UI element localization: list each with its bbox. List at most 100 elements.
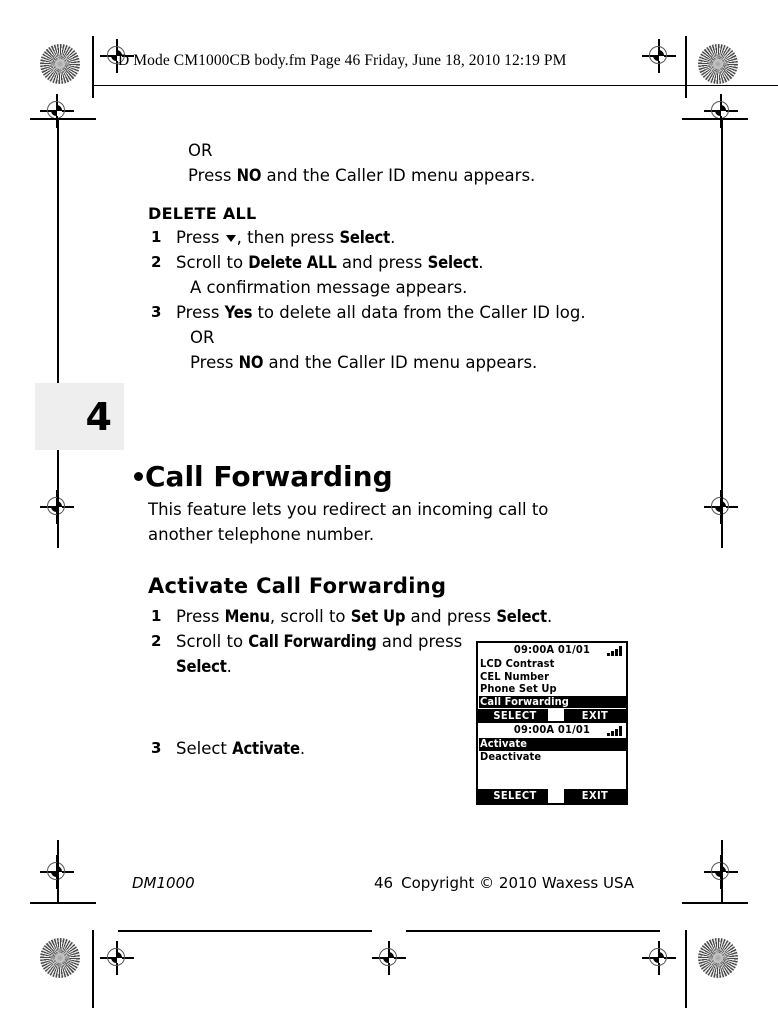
trim-line-left-bottom-horizontal (30, 902, 96, 904)
keyword-menu: Menu (224, 607, 270, 626)
cf-step-1: 1 Press Menu, scroll to Set Up and press … (148, 604, 648, 629)
cf-step-2-number: 2 (151, 632, 162, 650)
lcd-status-text-1: 09:00A 01/01 (513, 643, 591, 656)
cf-step-2-mid: and press (376, 632, 463, 651)
trim-line-bottom-center-right (406, 930, 660, 932)
cf-step-1-before: Press (176, 607, 225, 626)
copyright-text: Copyright © 2010 Waxess USA (401, 874, 635, 892)
header-rule (92, 85, 778, 87)
press-no-line-2: Press NO and the Caller ID menu appears. (190, 350, 648, 375)
delete-all-heading: DELETE ALL (148, 204, 257, 223)
trim-line-right-lower-vertical (721, 840, 723, 902)
major-heading-text: Call Forwarding (145, 459, 393, 493)
lcd-status-bar-1: 09:00A 01/01 (478, 643, 626, 658)
lcd-softkey-bar-2: SELECT EXIT (478, 789, 626, 803)
step-2-after: . (478, 253, 484, 272)
lcd-status-text-2: 09:00A 01/01 (513, 723, 591, 736)
lcd-menu-list-2: Activate Deactivate (478, 737, 626, 789)
trim-line-bottom-right-vertical (685, 930, 687, 1008)
star-target-top-right (698, 44, 738, 84)
step-1-mid: , then press (236, 228, 340, 247)
or-label-2: OR (190, 328, 215, 347)
bullet-icon (134, 471, 143, 481)
cf-step-1-mid2: and press (405, 607, 497, 626)
press-no-line-1: Press NO and the Caller ID menu appears. (188, 163, 648, 188)
trim-line-right-vertical (721, 118, 723, 548)
trim-line-right-top-horizontal (682, 118, 748, 120)
registration-mark-bottom-center (372, 941, 406, 975)
cf-step-1-after: . (546, 607, 553, 626)
keyword-select-1: Select (339, 228, 391, 247)
keyword-select-4: Select (176, 657, 227, 676)
registration-mark-top-right (642, 39, 676, 73)
chapter-number: 4 (85, 394, 112, 439)
trim-line-top-right-vertical (685, 36, 687, 98)
keyword-activate: Activate (232, 739, 300, 758)
softkey-select-2[interactable]: SELECT (482, 789, 548, 803)
step-3-after: to delete all data from the Caller ID lo… (252, 303, 586, 322)
keyword-set-up: Set Up (350, 607, 406, 626)
cf-step-2-after: . (226, 657, 232, 676)
step-2-mid: and press (336, 253, 428, 272)
step-1: 1 Press , then press Select. (148, 225, 648, 250)
cf-step-2-before: Scroll to (176, 632, 249, 651)
keyword-yes: Yes (224, 303, 253, 322)
step-3-number: 3 (151, 303, 162, 321)
step-1-number: 1 (151, 228, 162, 246)
lcd-menu-item[interactable]: LCD Contrast (479, 657, 626, 671)
keyword-call-forwarding: Call Forwarding (248, 632, 377, 651)
keyword-delete-all: Delete ALL (248, 253, 337, 272)
step-2-number: 2 (151, 253, 162, 271)
keyword-select-2: Select (427, 253, 479, 272)
softkey-gap-2 (548, 789, 564, 803)
trim-line-left-vertical (57, 118, 59, 548)
cf-step-3-before: Select (176, 739, 233, 758)
lcd-menu-item-empty (479, 763, 626, 776)
keyword-no-1: NO (236, 166, 262, 185)
keyword-no-2: NO (238, 353, 264, 372)
lcd-menu-item-selected[interactable]: Activate (479, 737, 626, 751)
step-3: 3 Press Yes to delete all data from the C… (148, 300, 648, 325)
cf-step-2: 2 Scroll to Call Forwarding and press Sel… (148, 629, 476, 679)
step-2-note: A confirmation message appears. (190, 278, 468, 297)
press-no-1-before: Press (188, 166, 237, 185)
page-title: Call Forwarding (134, 459, 393, 495)
lcd-menu-item-selected[interactable]: Call Forwarding (479, 695, 626, 708)
section-heading-activate: Activate Call Forwarding (148, 574, 447, 598)
cf-step-1-number: 1 (151, 607, 162, 625)
signal-strength-icon-1 (607, 646, 622, 656)
press-no-1-after: and the Caller ID menu appears. (261, 166, 536, 185)
lcd-menu-item-empty (479, 776, 626, 789)
registration-mark-bottom-right (642, 941, 676, 975)
lcd-menu-item[interactable]: Deactivate (479, 750, 626, 764)
press-no-2-before: Press (190, 353, 239, 372)
step-2-before: Scroll to (176, 253, 249, 272)
or-label-1: OR (188, 141, 213, 160)
step-2: 2 Scroll to Delete ALL and press Select. (148, 250, 648, 275)
file-info-header: D Mode CM1000CB body.fm Page 46 Friday, … (118, 52, 567, 69)
star-target-bottom-left (40, 938, 80, 978)
trim-line-left-top-horizontal (30, 118, 96, 120)
cf-step-1-mid: , scroll to (269, 607, 351, 626)
footer-model: DM1000 (132, 874, 195, 892)
keyword-select-3: Select (496, 607, 547, 626)
step-1-before: Press (176, 228, 225, 247)
trim-line-bottom-left-vertical (92, 930, 94, 1008)
star-target-top-left (40, 44, 80, 84)
lcd-status-bar-2: 09:00A 01/01 (478, 723, 626, 738)
lcd-screen-setup-menu: 09:00A 01/01 LCD Contrast CEL Number Pho… (476, 641, 628, 725)
registration-mark-bottom-left (100, 941, 134, 975)
signal-strength-icon-2 (607, 726, 622, 736)
step-3-before: Press (176, 303, 225, 322)
lcd-menu-item[interactable]: Phone Set Up (479, 682, 626, 696)
trim-line-bottom-center-left (118, 930, 372, 932)
press-no-2-after: and the Caller ID menu appears. (263, 353, 538, 372)
footer-copyright-line: 46 Copyright © 2010 Waxess USA (374, 874, 634, 892)
step-1-after: . (390, 228, 396, 247)
softkey-exit-2[interactable]: EXIT (564, 789, 626, 803)
cf-step-3-after: . (299, 739, 306, 758)
star-target-bottom-right (698, 938, 738, 978)
chapter-tab: 4 (35, 383, 124, 450)
trim-line-left-lower-vertical (57, 840, 59, 902)
lcd-menu-list-1: LCD Contrast CEL Number Phone Set Up Cal… (478, 657, 626, 708)
